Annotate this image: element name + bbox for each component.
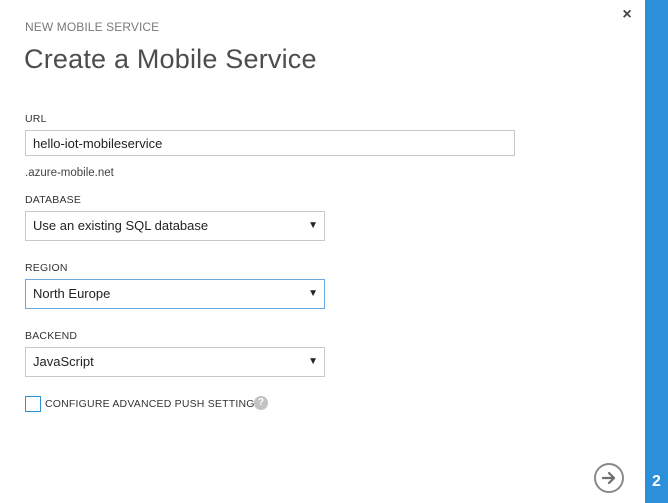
database-select[interactable]: Use an existing SQL database ▼ [25, 211, 325, 241]
arrow-right-icon [601, 471, 616, 485]
push-settings-checkbox[interactable] [25, 396, 41, 412]
backend-select[interactable]: JavaScript ▼ [25, 347, 325, 377]
chevron-down-icon: ▼ [308, 220, 318, 231]
wizard-step-panel: 2 [645, 0, 668, 503]
backend-selected-value: JavaScript [33, 354, 94, 369]
database-label: DATABASE [25, 194, 82, 206]
url-suffix: .azure-mobile.net [25, 167, 114, 179]
close-icon[interactable]: × [618, 6, 636, 24]
region-select[interactable]: North Europe ▼ [25, 279, 325, 309]
chevron-down-icon: ▼ [308, 288, 318, 299]
help-icon[interactable]: ? [254, 396, 268, 410]
new-mobile-service-dialog: × NEW MOBILE SERVICE Create a Mobile Ser… [0, 0, 645, 503]
next-button[interactable] [594, 463, 624, 493]
backend-label: BACKEND [25, 330, 78, 342]
dialog-eyebrow: NEW MOBILE SERVICE [25, 20, 160, 34]
region-label: REGION [25, 262, 68, 274]
wizard-step-number: 2 [652, 473, 661, 490]
database-selected-value: Use an existing SQL database [33, 218, 209, 233]
push-settings-label[interactable]: CONFIGURE ADVANCED PUSH SETTINGS [45, 398, 262, 410]
url-label: URL [25, 113, 47, 125]
chevron-down-icon: ▼ [308, 356, 318, 367]
page-title: Create a Mobile Service [24, 44, 317, 74]
region-selected-value: North Europe [33, 286, 111, 301]
url-input[interactable] [25, 130, 515, 156]
